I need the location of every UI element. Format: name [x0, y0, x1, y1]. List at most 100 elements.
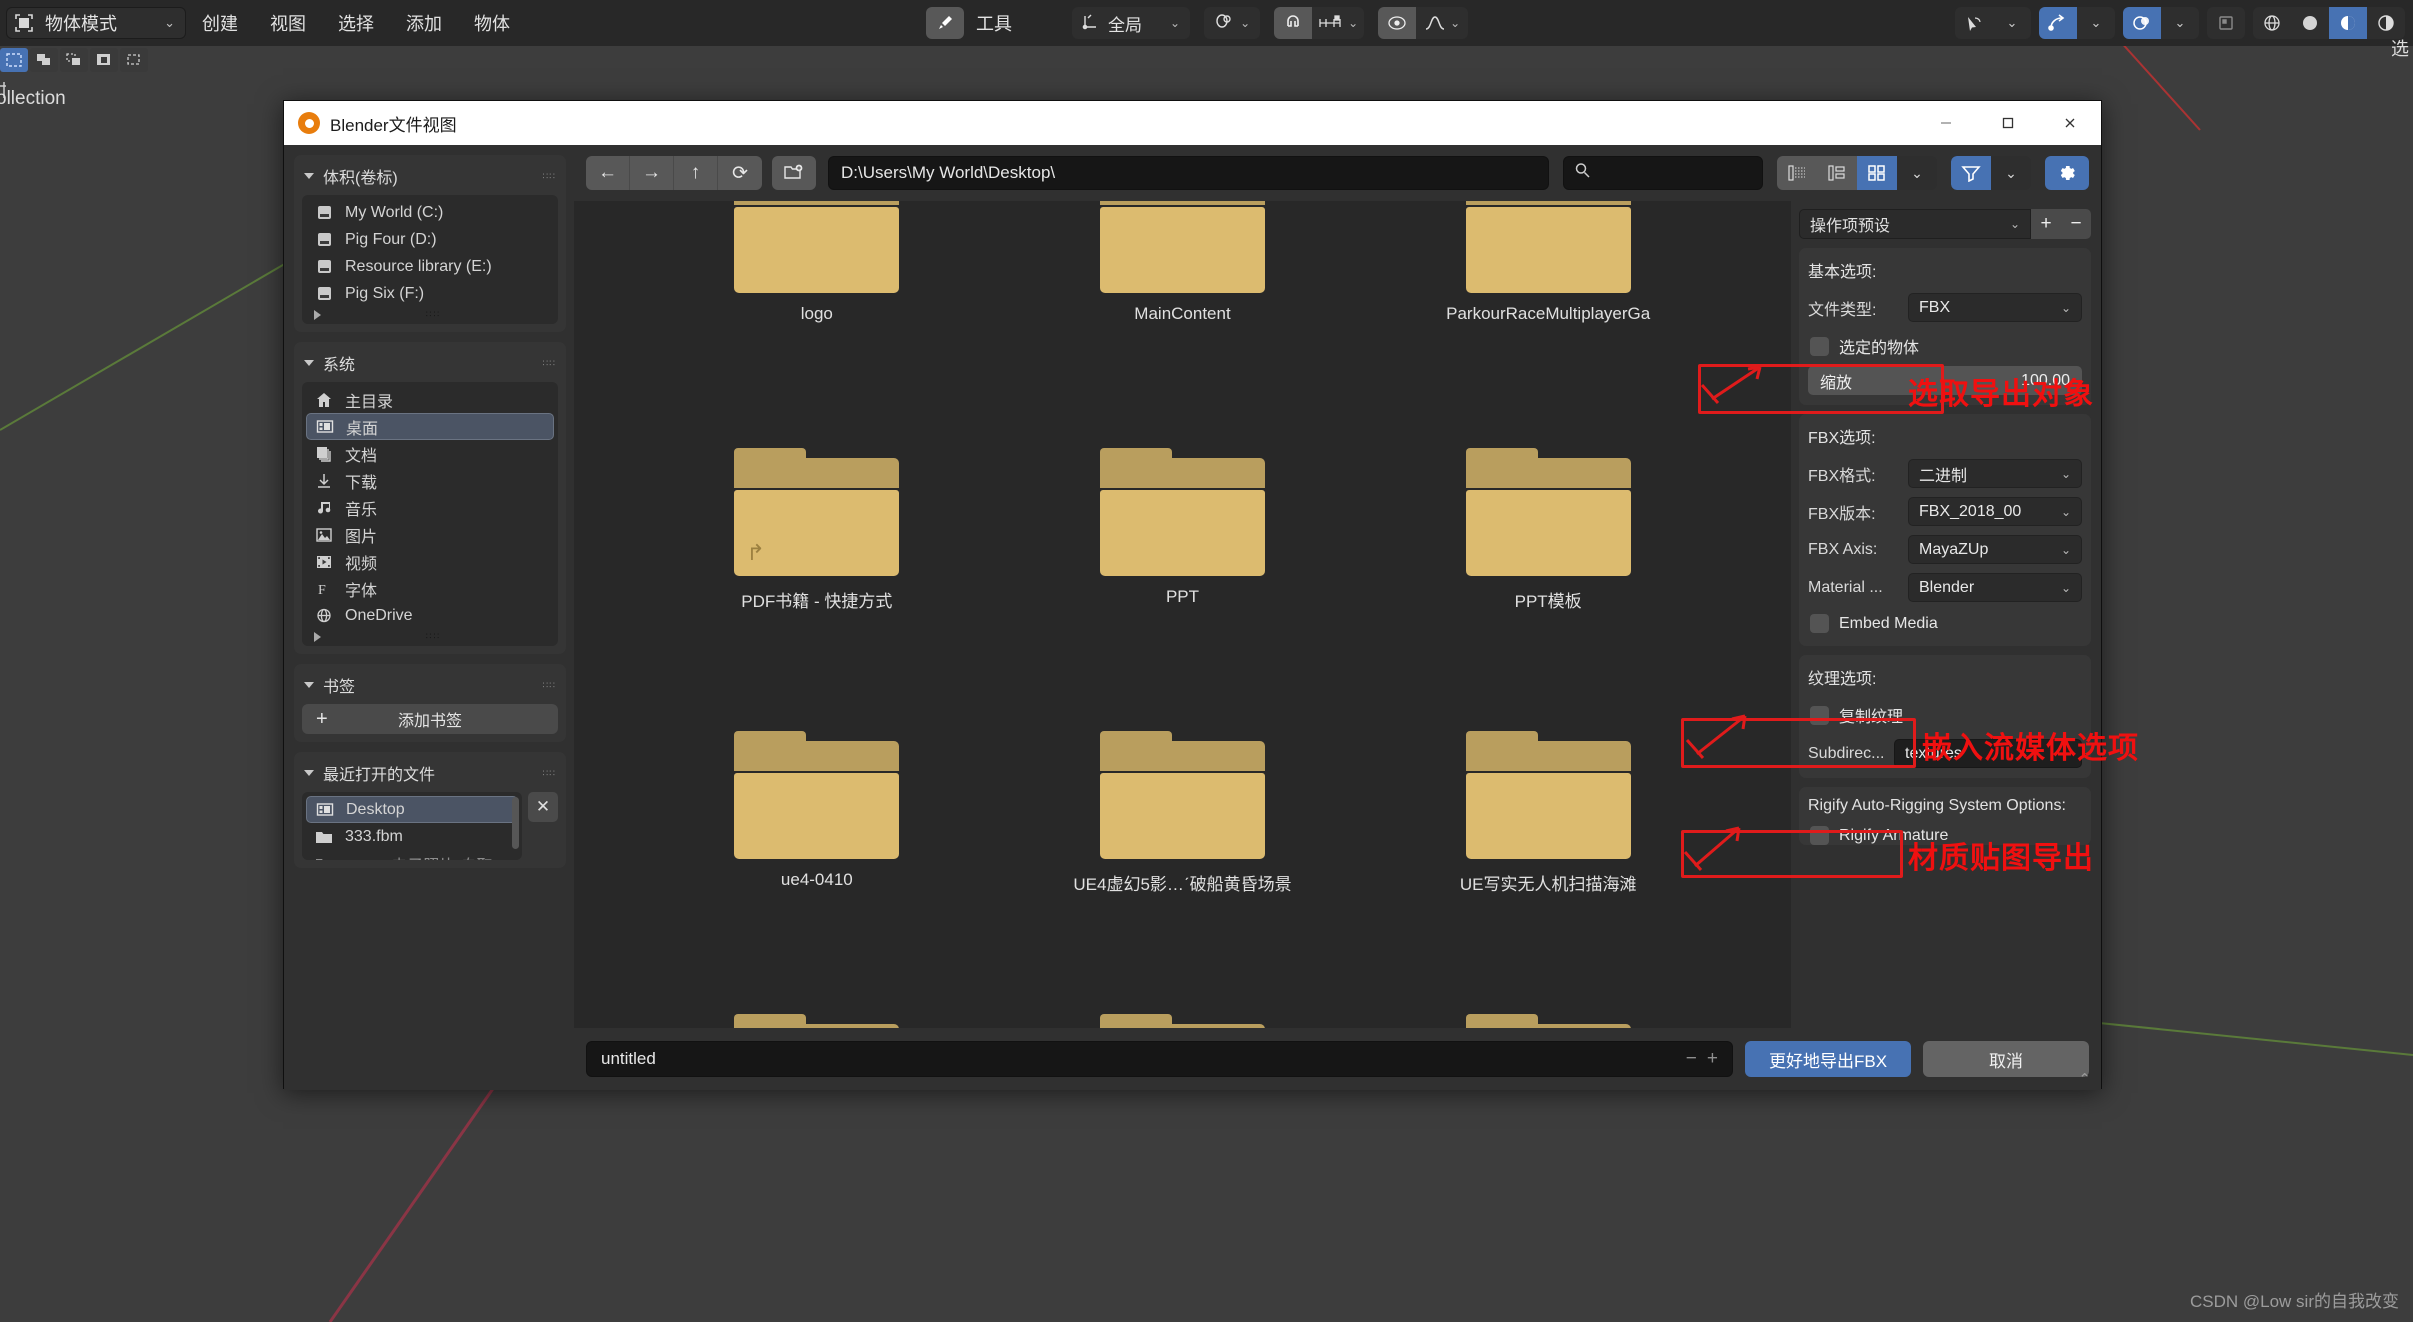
volumes-list-footer[interactable]: ∷∷ — [306, 307, 554, 322]
volumes-list[interactable]: My World (C:) Pig Four (D:) — [302, 195, 558, 324]
fbx-axis-row[interactable]: FBX Axis: MayaZUp ⌄ — [1808, 535, 2082, 564]
eyedropper-tool-button[interactable] — [926, 7, 964, 39]
xray-toggle[interactable] — [2207, 7, 2245, 39]
operator-presets-row[interactable]: 操作项预设 ⌄ + − — [1799, 209, 2091, 239]
file-browser-sidebar[interactable]: 体积(卷标) ∷∷ My World (C:) — [284, 145, 574, 1090]
checkbox-icon[interactable] — [1810, 706, 1829, 725]
operator-preset-select[interactable]: 操作项预设 ⌄ — [1799, 209, 2031, 239]
file-item[interactable]: ue4-0410 — [634, 609, 1000, 892]
file-browser-window[interactable]: Blender文件视图 体积(卷标) — [283, 100, 2102, 1089]
select-subtract-icon[interactable] — [60, 48, 88, 72]
filetype-row[interactable]: 文件类型: FBX ⌄ — [1808, 293, 2082, 322]
back-button[interactable]: ← — [586, 156, 630, 190]
volume-item-e[interactable]: Resource library (E:) — [306, 253, 554, 280]
grid-thumbnail-icon[interactable] — [1857, 156, 1897, 190]
fbx-version-row[interactable]: FBX版本: FBX_2018_00 ⌄ — [1808, 497, 2082, 526]
file-item[interactable]: ParkourRaceMultiplayerGa — [1365, 201, 1731, 326]
sidebar-item-downloads[interactable]: 下载 — [306, 467, 554, 494]
checkbox-icon[interactable] — [1810, 337, 1829, 356]
menu-create[interactable]: 创建 — [186, 7, 254, 39]
forward-button[interactable]: → — [630, 156, 674, 190]
add-bookmark-button[interactable]: + 添加书签 — [302, 704, 558, 734]
list-vertical-icon[interactable] — [1777, 156, 1817, 190]
cancel-button[interactable]: 取消 — [1923, 1041, 2089, 1077]
blender-topbar[interactable]: 物体模式 ⌄ 创建 视图 选择 添加 物体 工具 全局 ⌄ — [0, 0, 2413, 46]
fbx-axis-select[interactable]: MayaZUp ⌄ — [1908, 535, 2082, 564]
export-fbx-button[interactable]: 更好地导出FBX — [1745, 1041, 1911, 1077]
file-item[interactable]: UE写实无人机扫描海滩 — [1365, 609, 1731, 892]
export-options-panel[interactable]: 操作项预设 ⌄ + − 基本选项: 文件类型: — [1791, 201, 2101, 1028]
menu-select[interactable]: 选择 — [322, 7, 390, 39]
file-item[interactable] — [634, 892, 1000, 1028]
select-intersect-icon[interactable] — [120, 48, 148, 72]
system-list[interactable]: 主目录 桌面 文档 — [302, 382, 558, 646]
select-tool-button[interactable] — [1955, 7, 1993, 39]
clear-recent-button[interactable]: ✕ — [528, 792, 558, 822]
sidebar-item-onedrive[interactable]: OneDrive — [306, 602, 554, 629]
file-browser-bottom-bar[interactable]: untitled − + 更好地导出FBX 取消 ⌃ — [574, 1028, 2101, 1090]
new-folder-button[interactable] — [772, 156, 816, 190]
snap-during-transform-toggle[interactable] — [2039, 7, 2077, 39]
file-item[interactable]: PPT模板 — [1365, 326, 1731, 609]
sidebar-item-pictures[interactable]: 图片 — [306, 521, 554, 548]
recent-panel-header[interactable]: 最近打开的文件 ∷∷ — [302, 758, 558, 792]
filter-group[interactable]: ⌄ — [1951, 156, 2031, 190]
maximize-button[interactable] — [1977, 101, 2039, 145]
recent-item-b2041[interactable]: B2041电子照片-自取 — [306, 850, 518, 860]
sidebar-item-documents[interactable]: 文档 — [306, 440, 554, 467]
sidebar-item-desktop[interactable]: 桌面 — [306, 413, 554, 440]
select-mode-dropdown[interactable]: ⌄ — [1993, 7, 2031, 39]
path-input[interactable]: D:\Users\My World\Desktop\ — [828, 156, 1549, 190]
recent-scrollbar[interactable] — [512, 797, 519, 849]
material-row[interactable]: Material ... Blender ⌄ — [1808, 573, 2082, 602]
sidebar-item-music[interactable]: 音乐 — [306, 494, 554, 521]
shading-solid-button[interactable] — [2291, 7, 2329, 39]
transform-orientation-select[interactable]: 全局 ⌄ — [1072, 7, 1190, 39]
system-panel-header[interactable]: 系统 ∷∷ — [302, 348, 558, 382]
filter-dropdown[interactable]: ⌄ — [1991, 156, 2031, 190]
checkbox-icon[interactable] — [1810, 826, 1829, 845]
fbx-format-select[interactable]: 二进制 ⌄ — [1908, 459, 2082, 488]
refresh-button[interactable]: ⟳ — [718, 156, 762, 190]
volume-item-d[interactable]: Pig Four (D:) — [306, 226, 554, 253]
gear-icon[interactable] — [2045, 156, 2089, 190]
close-button[interactable] — [2039, 101, 2101, 145]
expand-arrow-icon[interactable] — [314, 310, 321, 320]
list-detail-icon[interactable] — [1817, 156, 1857, 190]
search-input[interactable] — [1563, 156, 1763, 190]
recent-item-333fbm[interactable]: 333.fbm — [306, 823, 518, 850]
selected-objects-checkbox[interactable]: 选定的物体 — [1808, 331, 2082, 361]
volume-item-c[interactable]: My World (C:) — [306, 199, 554, 226]
file-item[interactable]: MainContent — [1000, 201, 1366, 326]
volumes-panel-header[interactable]: 体积(卷标) ∷∷ — [302, 161, 558, 195]
grip-dots-icon[interactable]: ∷∷ — [426, 309, 441, 320]
display-mode-group[interactable]: ⌄ — [1777, 156, 1937, 190]
minimize-button[interactable] — [1915, 101, 1977, 145]
sidebar-item-videos[interactable]: 视频 — [306, 548, 554, 575]
select-extend-icon[interactable] — [30, 48, 58, 72]
system-list-footer[interactable]: ∷∷ — [306, 629, 554, 644]
select-mode-buttons[interactable] — [0, 48, 148, 72]
file-item[interactable]: logo — [634, 201, 1000, 326]
select-difference-icon[interactable] — [90, 48, 118, 72]
mode-select[interactable]: 物体模式 ⌄ — [6, 7, 186, 39]
file-browser-toolbar[interactable]: ← → ↑ ⟳ D:\Users\My World\Desktop\ — [574, 145, 2101, 201]
recent-list[interactable]: Desktop 333.fbm — [302, 792, 522, 860]
display-mode-dropdown[interactable]: ⌄ — [1897, 156, 1937, 190]
file-item[interactable] — [1365, 892, 1731, 1028]
filename-input[interactable]: untitled − + — [586, 1041, 1733, 1077]
menu-view[interactable]: 视图 — [254, 7, 322, 39]
shading-wireframe-button[interactable] — [2253, 7, 2291, 39]
sidebar-item-fonts[interactable]: F 字体 — [306, 575, 554, 602]
expand-arrow-icon[interactable] — [314, 632, 321, 642]
filetype-select[interactable]: FBX ⌄ — [1908, 293, 2082, 322]
checkbox-icon[interactable] — [1810, 614, 1829, 633]
menu-object[interactable]: 物体 — [458, 7, 526, 39]
filter-icon[interactable] — [1951, 156, 1991, 190]
fbx-version-select[interactable]: FBX_2018_00 ⌄ — [1908, 497, 2082, 526]
resize-caret-icon[interactable]: ⌃ — [2078, 1070, 2091, 1088]
snap-pivot-select[interactable]: ⌄ — [1204, 7, 1260, 39]
file-item[interactable]: UE4虚幻5影…ˊ破船黄昏场景 — [1000, 609, 1366, 892]
snap-target-select[interactable]: ⌄ — [1312, 7, 1364, 39]
remove-preset-button[interactable]: − — [2061, 209, 2091, 239]
